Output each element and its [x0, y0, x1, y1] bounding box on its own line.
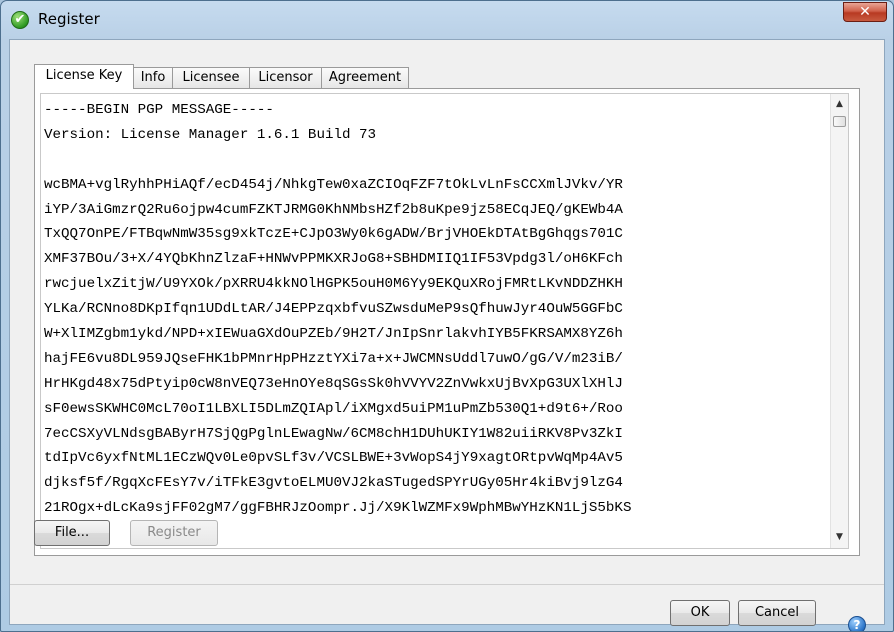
license-line: rwcjuelxZitjW/U9YXOk/pXRRU4kkNOlHGPK5ouH… — [44, 276, 623, 293]
tab-license-key[interactable]: License Key — [34, 64, 134, 89]
footer-divider — [10, 584, 884, 585]
license-line: sF0ewsSKWHC0McL70oI1LBXLI5DLmZQIApl/iXMg… — [44, 400, 623, 417]
license-line: Version: License Manager 1.6.1 Build 73 — [44, 126, 377, 143]
license-key-panel: -----BEGIN PGP MESSAGE----- Version: Lice… — [34, 88, 860, 556]
close-button[interactable]: ✕ — [843, 2, 887, 22]
license-line: 7ecCSXyVLNdsgBAByrH7SjQgPglnLEwagNw/6CM8… — [44, 425, 623, 442]
license-line: djksf5f/RgqXcFEsY7v/iTFkE3gvtoELMU0VJ2ka… — [44, 475, 623, 492]
license-text-lines: -----BEGIN PGP MESSAGE----- Version: Lice… — [44, 98, 826, 521]
license-line: W+XlIMZgbm1ykd/NPD+xIEWuaGXdOuPZEb/9H2T/… — [44, 326, 623, 343]
window-title: Register — [38, 10, 100, 28]
ok-button[interactable]: OK — [670, 600, 730, 626]
tab-licensee[interactable]: Licensee — [172, 67, 250, 88]
license-line: tdIpVc6yxfNtML1ECzWQv0Le0pvSLf3v/VCSLBWE… — [44, 450, 623, 467]
license-line: wcBMA+vglRyhhPHiAQf/ecD454j/NhkgTew0xaZC… — [44, 176, 623, 193]
license-line: HrHKgd48x75dPtyip0cW8nVEQ73eHnOYe8qSGsSk… — [44, 375, 623, 392]
register-dialog: ✔ Register ✕ License Key Info Licensee L… — [0, 0, 894, 632]
title-bar[interactable]: ✔ Register ✕ — [1, 1, 893, 39]
license-key-textarea[interactable]: -----BEGIN PGP MESSAGE----- Version: Lice… — [40, 93, 849, 549]
license-line: iYP/3AiGmzrQ2Ru6ojpw4cumFZKTJRMG0KhNMbsH… — [44, 201, 623, 218]
file-button[interactable]: File... — [34, 520, 110, 546]
license-line: -----BEGIN PGP MESSAGE----- — [44, 102, 274, 118]
tab-info[interactable]: Info — [133, 67, 173, 88]
dialog-body: License Key Info Licensee Licensor Agree… — [9, 39, 885, 631]
license-line: XMF37BOu/3+X/4YQbKhnZlzaF+HNWvPPMKXRJoG8… — [44, 251, 623, 268]
scroll-up-arrow-icon[interactable]: ▲ — [831, 96, 848, 113]
license-line: TxQQ7OnPE/FTBqwNmW35sg9xkTczE+CJpO3Wy0k6… — [44, 226, 623, 243]
license-line — [44, 148, 826, 173]
scroll-down-arrow-icon[interactable]: ▼ — [831, 529, 848, 546]
tab-licensor[interactable]: Licensor — [249, 67, 322, 88]
license-line: 21ROgx+dLcKa9sjFF02gM7/ggFBHRJzOompr.Jj/… — [44, 500, 632, 517]
check-icon: ✔ — [11, 11, 29, 29]
license-line: hajFE6vu8DL959JQseFHK1bPMnrHpPHzztYXi7a+… — [44, 350, 623, 367]
register-button[interactable]: Register — [130, 520, 218, 546]
license-line: YLKa/RCNno8DKpIfqn1UDdLtAR/J4EPPzqxbfvuS… — [44, 301, 623, 318]
scroll-thumb[interactable] — [833, 116, 846, 127]
help-icon[interactable]: ? — [848, 616, 866, 631]
cancel-button[interactable]: Cancel — [738, 600, 816, 626]
tab-agreement[interactable]: Agreement — [321, 67, 409, 88]
vertical-scrollbar[interactable]: ▲ ▼ — [830, 94, 848, 548]
